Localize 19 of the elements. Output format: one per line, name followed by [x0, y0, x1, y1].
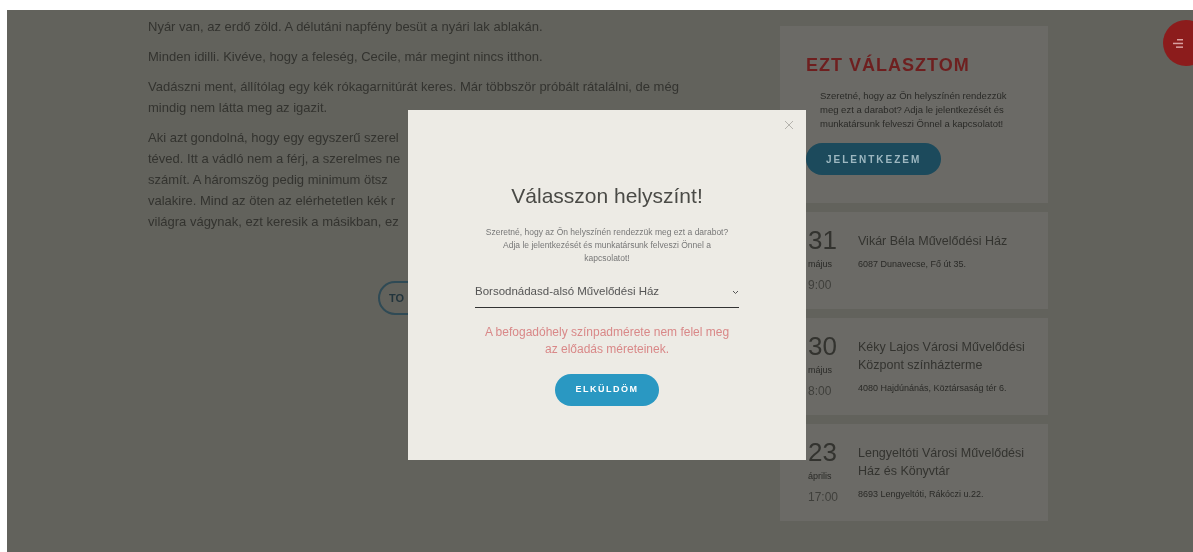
event-month: április — [808, 470, 832, 483]
modal-title: Válasszon helyszínt! — [511, 183, 703, 209]
close-button[interactable] — [782, 118, 796, 132]
venue-select[interactable]: Borsodnádasd-alsó Művelődési Ház — [475, 281, 739, 308]
error-message: A befogadóhely színpadmérete nem felel meg az előadás méreteinek. — [483, 323, 731, 358]
venue-name: Vikár Béla Művelődési Ház — [858, 233, 1009, 250]
modal-text: Szeretné, hogy az Ön helyszínén rendezzük meg ezt a darabot? Adja le jelentkezését és munkatársunk felveszi Önnel a kapcsolatot! — [484, 225, 730, 265]
venue-address: 8693 Lengyeltóti, Rákóczi u.22. — [858, 488, 985, 501]
venue-name: Kéky Lajos Városi Művelődési Központ színházterme — [858, 339, 1026, 374]
event-day: 30 — [808, 332, 837, 360]
card-title: EZT VÁLASZTOM — [806, 53, 970, 77]
menu-icon — [1173, 38, 1183, 48]
event-day: 31 — [808, 226, 837, 254]
venue-name: Lengyeltóti Városi Művelődési Ház és Könyvtár — [858, 445, 1026, 480]
submit-button[interactable]: ELKÜLDÖM — [555, 373, 659, 406]
event-day: 23 — [808, 438, 837, 466]
apply-button[interactable]: JELENTKEZEM — [806, 143, 942, 175]
close-icon — [784, 120, 794, 130]
chevron-down-icon — [732, 289, 739, 295]
